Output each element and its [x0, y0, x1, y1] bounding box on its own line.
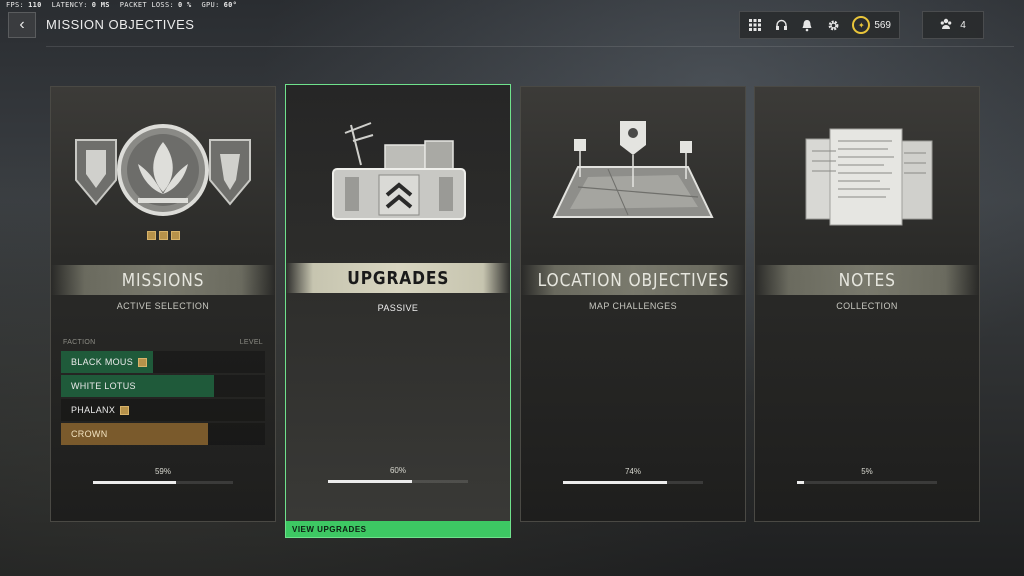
card-progress: 5% — [755, 467, 979, 484]
notes-documents-art — [755, 107, 979, 237]
fps-stat: FPS: 110 — [6, 1, 42, 9]
progress-label: 60% — [389, 466, 406, 475]
progress-label: 5% — [861, 467, 873, 476]
faction-list: BLACK MOUS WHITE LOTUS PHALANX CROWN — [61, 351, 265, 447]
progress-fill — [328, 480, 412, 483]
grid-icon[interactable] — [748, 18, 762, 32]
mission-pip — [170, 231, 180, 240]
card-subtitle: COLLECTION — [836, 301, 898, 311]
faction-name: CROWN — [71, 429, 108, 439]
mission-badge-icon — [138, 357, 148, 367]
card-banner: UPGRADES — [286, 263, 510, 293]
missions-card[interactable]: MISSIONS ACTIVE SELECTION FACTION LEVEL … — [50, 86, 276, 522]
progress-bar — [328, 480, 468, 483]
notes-card[interactable]: NOTES COLLECTION 5% — [754, 86, 980, 522]
gear-icon[interactable] — [826, 18, 840, 32]
card-banner: NOTES — [755, 265, 979, 295]
progress-label: 74% — [624, 467, 641, 476]
faction-name: WHITE LOTUS — [71, 381, 136, 391]
faction-row[interactable]: CROWN — [61, 423, 265, 445]
packet-loss-stat: PACKET LOSS: 0 % — [119, 1, 192, 9]
progress-label: 59% — [154, 467, 171, 476]
title-divider — [46, 46, 1014, 47]
card-subtitle: PASSIVE — [377, 303, 419, 313]
card-progress: 60% — [286, 466, 510, 483]
party-icon — [940, 18, 952, 33]
progress-bar — [93, 481, 233, 484]
back-button[interactable]: ‹ — [8, 12, 36, 38]
party-button[interactable]: 4 — [922, 11, 984, 39]
faction-row[interactable]: BLACK MOUS — [61, 351, 265, 373]
headset-icon[interactable] — [774, 18, 788, 32]
progress-fill — [563, 481, 667, 484]
card-title: LOCATION OBJECTIVES — [537, 269, 729, 291]
level-column-label: LEVEL — [239, 339, 263, 346]
card-title: UPGRADES — [347, 267, 449, 289]
faction-column-label: FACTION — [63, 339, 96, 346]
card-banner: MISSIONS — [51, 265, 275, 295]
upgrades-crate-art — [286, 105, 510, 235]
card-title: NOTES — [838, 269, 896, 291]
party-count: 4 — [960, 19, 966, 31]
progress-bar — [797, 481, 937, 484]
mission-badge-icon — [120, 405, 130, 415]
latency-stat: LATENCY: 0 MS — [51, 1, 110, 9]
bell-icon[interactable] — [800, 18, 814, 32]
mission-pip — [146, 231, 156, 240]
card-progress: 59% — [51, 467, 275, 484]
card-banner: LOCATION OBJECTIVES — [521, 265, 745, 295]
performance-stats: FPS: 110 LATENCY: 0 MS PACKET LOSS: 0 % GPU… — [6, 1, 237, 9]
view-upgrades-button[interactable]: VIEW UPGRADES — [286, 521, 510, 537]
missions-emblem — [51, 107, 275, 237]
gpu-stat: GPU: 60° — [201, 1, 238, 9]
card-title: MISSIONS — [121, 269, 205, 291]
faction-name: PHALANX — [71, 405, 116, 415]
map-art — [521, 107, 745, 237]
currency-value: 569 — [874, 19, 891, 31]
progress-fill — [93, 481, 176, 484]
location-objectives-card[interactable]: LOCATION OBJECTIVES MAP CHALLENGES 74% — [520, 86, 746, 522]
faction-row[interactable]: PHALANX — [61, 399, 265, 421]
card-subtitle: ACTIVE SELECTION — [116, 301, 210, 311]
top-bar: ✦ 569 — [739, 11, 900, 39]
progress-bar — [563, 481, 703, 484]
chevron-left-icon: ‹ — [19, 16, 25, 33]
card-subtitle: MAP CHALLENGES — [589, 301, 677, 311]
page-title: MISSION OBJECTIVES — [46, 17, 195, 32]
mission-pips — [51, 231, 275, 240]
faction-name: BLACK MOUS — [71, 357, 134, 367]
faction-row[interactable]: WHITE LOTUS — [61, 375, 265, 397]
card-progress: 74% — [521, 467, 745, 484]
cod-points-icon: ✦ — [852, 16, 871, 34]
progress-fill — [797, 481, 804, 484]
mission-pip — [158, 231, 168, 240]
upgrades-card[interactable]: UPGRADES PASSIVE 60% VIEW UPGRADES — [285, 84, 511, 538]
faction-header: FACTION LEVEL — [63, 339, 263, 346]
